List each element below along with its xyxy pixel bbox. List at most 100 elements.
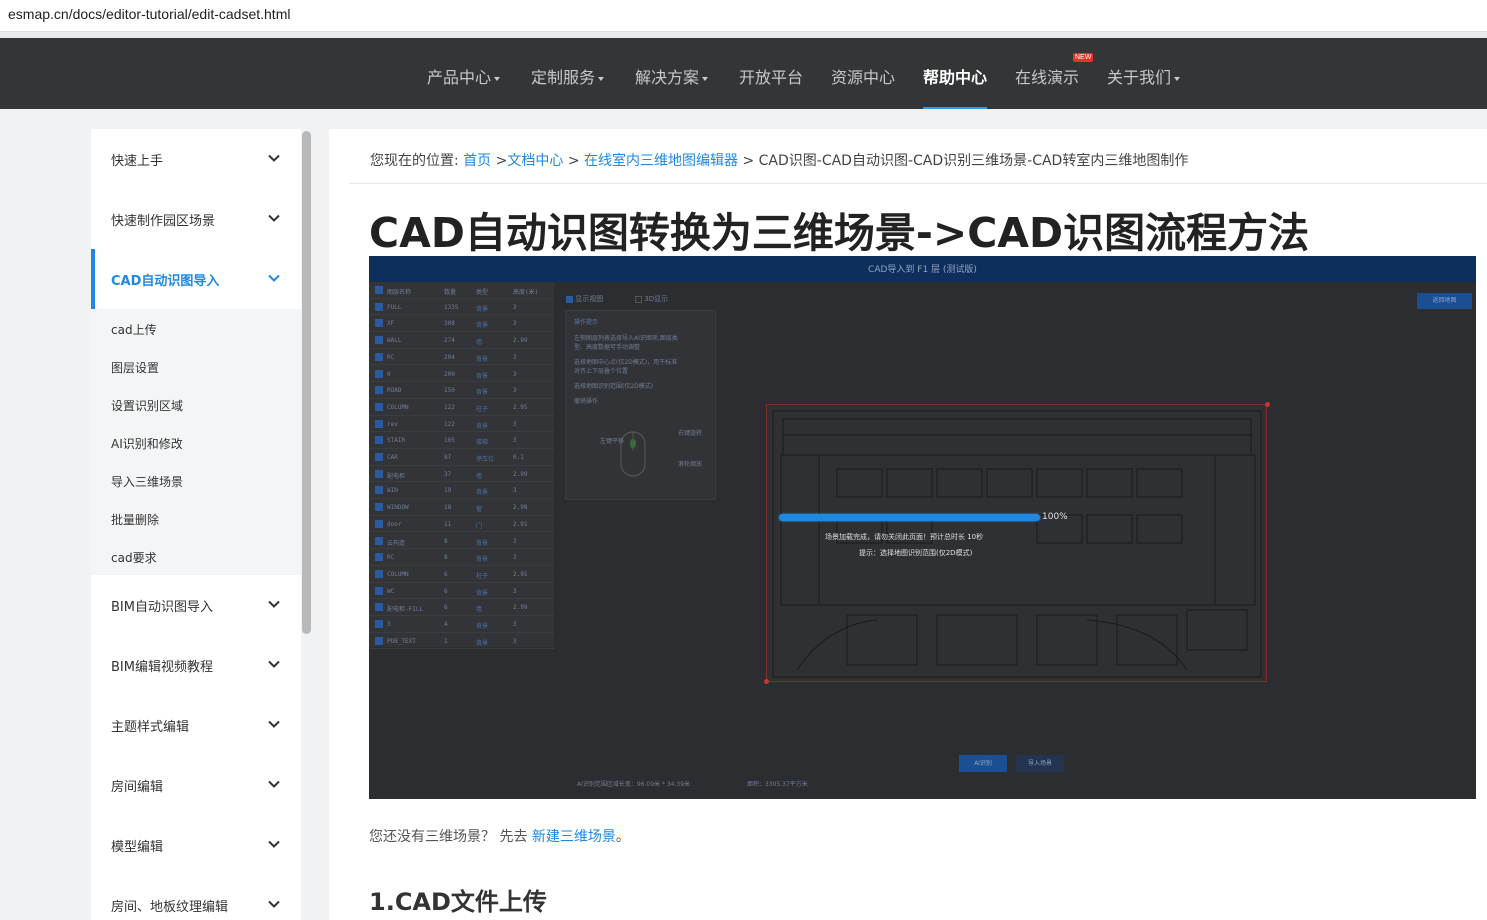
checkbox [375, 369, 383, 378]
checkbox [375, 419, 383, 428]
layer-cell: 1335 [444, 303, 459, 311]
hint-line: 撤销操作 [574, 398, 599, 405]
sidebar-subitem[interactable]: cad上传 [111, 321, 157, 338]
sidebar-item-room-edit[interactable]: 房间编辑 [91, 755, 301, 815]
nav-item-products[interactable]: 产品中心 [427, 64, 501, 88]
layer-cell: 停车位 [476, 456, 495, 463]
breadcrumb-separator: > [567, 153, 580, 169]
chevron-down-icon [268, 900, 280, 908]
sidebar-item-label: 房间编辑 [111, 780, 164, 795]
checkbox [635, 295, 642, 303]
sidebar-item-park-scene[interactable]: 快速制作园区场景 [91, 189, 301, 249]
nav-item-custom-service[interactable]: 定制服务 [531, 64, 605, 88]
sidebar-item-label: BIM自动识图导入 [111, 600, 213, 615]
layer-cell: 2.98 [513, 504, 528, 512]
hint-line: 选择地图识别范围(仅2D模式) [574, 383, 654, 390]
nav-label: 解决方案 [635, 68, 700, 87]
layer-cell: 105 [444, 437, 455, 445]
checkbox [375, 386, 383, 395]
checkbox [375, 486, 383, 495]
layer-cell: 18 [444, 504, 452, 512]
sidebar-scrollbar-thumb[interactable] [302, 131, 311, 634]
layer-cell: CAR [387, 454, 398, 461]
chevron-down-icon [268, 274, 280, 282]
nav-item-online-demo[interactable]: 在线演示 [1015, 64, 1079, 88]
sidebar-item-model-edit[interactable]: 模型编辑 [91, 815, 301, 875]
breadcrumb-docs-link[interactable]: 文档中心 [507, 153, 563, 169]
operation-hint-panel: 操作提示 左侧图层列表选择导入AI识图项,图层类 型、高度数据可手动调整 选择地… [565, 310, 716, 500]
layer-table-header: 图层名称 数量 类型 高度(米) [369, 282, 554, 299]
chevron-down-icon [268, 660, 280, 668]
nav-label: 资源中心 [831, 68, 896, 87]
back-to-map-button: 返回地图 [1417, 293, 1472, 309]
breadcrumb-editor-link[interactable]: 在线室内三维地图编辑器 [584, 153, 738, 169]
sidebar-item-bim-import[interactable]: BIM自动识图导入 [91, 575, 301, 635]
layer-cell: WINDOW [387, 504, 409, 512]
nav-label: 在线演示 [1015, 68, 1080, 87]
sidebar-item-bim-video[interactable]: BIM编辑视频教程 [91, 635, 301, 695]
sidebar-item-quick-start[interactable]: 快速上手 [91, 129, 301, 189]
layer-cell: 背景 [476, 589, 489, 597]
nav-item-solutions[interactable]: 解决方案 [635, 64, 709, 88]
layer-cell: 8 [444, 554, 448, 562]
sidebar-item-theme-style[interactable]: 主题样式编辑 [91, 695, 301, 755]
sidebar-subitem[interactable]: 设置识别区域 [111, 397, 183, 414]
layer-cell: 柱子 [476, 405, 489, 413]
create-scene-link[interactable]: 新建三维场景 [532, 829, 616, 845]
nav-item-help-center[interactable]: 帮助中心 [923, 64, 988, 109]
tab-label: 显示视图 [575, 295, 604, 303]
sidebar-item-texture-edit[interactable]: 房间、地板纹理编辑 [91, 875, 301, 920]
section-heading: 1.CAD文件上传 [369, 888, 547, 916]
layer-cell: COLUMN [387, 403, 409, 411]
browser-address-bar[interactable]: esmap.cn/docs/editor-tutorial/edit-cadse… [0, 0, 1487, 32]
url-text[interactable]: esmap.cn/docs/editor-tutorial/edit-cadse… [8, 6, 290, 22]
layer-cell: 3 [513, 320, 517, 328]
chevron-down-icon [268, 214, 280, 222]
checkbox [375, 286, 383, 294]
checkbox [375, 302, 383, 311]
layer-row: COLUMN 122 柱子 2.95 [369, 399, 554, 416]
layer-row: FULL 1335 背景 3 [369, 299, 554, 316]
breadcrumb-home-link[interactable]: 首页 [463, 153, 491, 169]
nav-item-about-us[interactable]: 关于我们 [1107, 64, 1181, 88]
sidebar-subitem[interactable]: 批量删除 [111, 511, 159, 528]
layer-cell: 0.1 [513, 454, 524, 461]
layer-cell: rev [387, 420, 398, 428]
layer-row: door 11 门 2.91 [369, 516, 554, 533]
page-title: CAD自动识图转换为三维场景->CAD识图流程方法 [369, 209, 1310, 257]
chevron-down-icon [598, 76, 605, 81]
layer-row: PUB_TEXT 1 背景 3 [369, 633, 554, 650]
layer-row: 配电柜 37 墙 2.99 [369, 466, 554, 483]
chevron-down-icon [268, 780, 280, 788]
sidebar-subitem[interactable]: 图层设置 [111, 359, 159, 376]
sidebar-subitem[interactable]: 导入三维场景 [111, 473, 183, 490]
layer-cell: 4 [444, 621, 448, 628]
nav-label: 帮助中心 [923, 68, 988, 87]
layer-cell: 274 [444, 337, 455, 345]
layer-cell: 墙 [476, 339, 483, 347]
sidebar-item-label: CAD自动识图导入 [111, 274, 220, 289]
nav-item-open-platform[interactable]: 开放平台 [739, 64, 803, 88]
nav-item-resources[interactable]: 资源中心 [831, 64, 895, 88]
chevron-down-icon [268, 840, 280, 848]
layer-row: WALL 274 墙 2.99 [369, 332, 554, 349]
checkbox [375, 536, 383, 545]
mouse-label: 右键旋转 [678, 430, 703, 437]
progress-percent: 100% [1042, 512, 1068, 522]
layer-cell: RC [387, 353, 395, 361]
layer-cell: 3 [513, 637, 517, 645]
sidebar-item-cad-import[interactable]: CAD自动识图导入 [91, 249, 301, 309]
column-header: 图层名称 [387, 289, 412, 296]
sidebar-item-label: 快速上手 [111, 154, 164, 169]
breadcrumb-current: CAD识图-CAD自动识图-CAD识别三维场景-CAD转室内三维地图制作 [758, 153, 1189, 169]
layer-row: ROAD 150 背景 3 [369, 382, 554, 399]
checkbox [375, 503, 383, 512]
sidebar-subitem[interactable]: AI识别和修改 [111, 435, 183, 452]
view-tab: 显示视图 [566, 294, 603, 304]
checkbox [375, 319, 383, 328]
checkbox [375, 336, 383, 345]
layer-cell: 6 [444, 570, 448, 578]
nav-label: 产品中心 [427, 68, 492, 87]
layer-cell: 配电柜-FILL [387, 606, 424, 614]
sidebar-subitem[interactable]: cad要求 [111, 549, 157, 566]
